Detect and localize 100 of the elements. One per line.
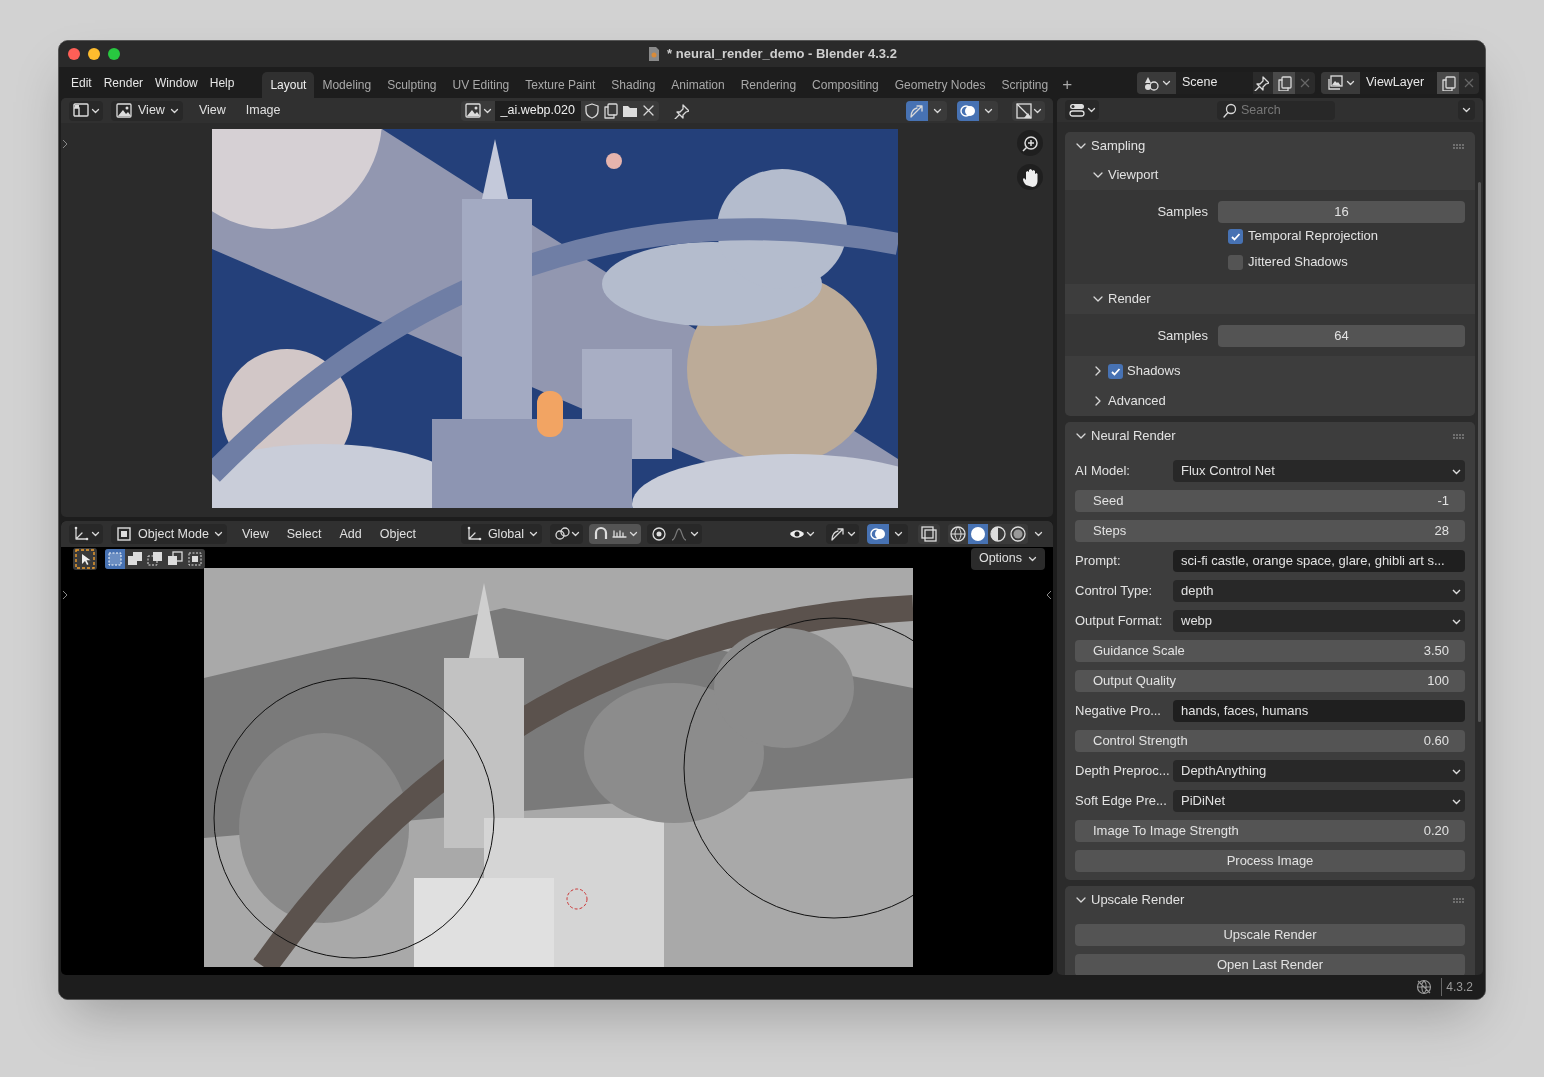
search-input[interactable]: Search	[1241, 100, 1335, 120]
view-dropdown[interactable]: View	[111, 100, 183, 121]
action-button[interactable]: Open Last Render	[1075, 954, 1465, 975]
menu-item[interactable]: View	[234, 524, 276, 544]
image-browse-button[interactable]	[460, 100, 495, 121]
grip-icon[interactable]	[1452, 142, 1465, 150]
checkbox[interactable]	[1228, 228, 1243, 244]
number-field[interactable]: 64	[1218, 325, 1465, 347]
close-button[interactable]	[68, 48, 80, 60]
subpanel-title[interactable]: Advanced	[1108, 391, 1166, 411]
checkbox[interactable]	[1108, 363, 1123, 379]
display-channels-button[interactable]	[1012, 100, 1045, 121]
menu-item[interactable]: Object	[372, 524, 423, 544]
overlay-toggle[interactable]	[957, 100, 998, 121]
workspace-tab[interactable]: Animation	[663, 72, 733, 98]
shading-mode-button[interactable]	[948, 524, 968, 544]
text-field[interactable]: hands, faces, humans	[1173, 700, 1465, 722]
menu-item[interactable]: Window	[149, 70, 204, 95]
number-field[interactable]: Steps 28	[1075, 520, 1465, 542]
number-field[interactable]: Seed -1	[1075, 490, 1465, 512]
workspace-tab[interactable]: Texture Paint	[517, 72, 604, 98]
workspace-tab[interactable]: Compositing	[804, 72, 887, 98]
editor-type-button[interactable]	[69, 100, 103, 121]
workspace-tab[interactable]: Scripting	[993, 72, 1057, 98]
options-button[interactable]	[1458, 100, 1475, 120]
panel-title[interactable]: Sampling	[1091, 136, 1146, 156]
selection-mode-icon	[146, 549, 164, 568]
window-title: * neural_render_demo - Blender 4.3.2	[667, 45, 897, 64]
checkbox[interactable]	[1228, 254, 1243, 270]
selection-mode-button[interactable]	[105, 548, 125, 569]
workspace-tab[interactable]: Shading	[603, 72, 664, 98]
add-workspace-button[interactable]: +	[1056, 72, 1079, 98]
image-icon	[463, 101, 482, 120]
pivot-button[interactable]	[550, 524, 584, 544]
number-field[interactable]: Image To Image Strength 0.20	[1075, 820, 1465, 842]
number-field[interactable]: Output Quality 100	[1075, 670, 1465, 692]
workspace-tab[interactable]: Sculpting	[379, 72, 445, 98]
zoom-button[interactable]	[108, 48, 120, 60]
copy-button[interactable]	[1273, 71, 1295, 94]
dropdown[interactable]: webp	[1173, 610, 1465, 632]
workspace-tab[interactable]: Geometry Nodes	[886, 72, 994, 98]
gizmo-toggle[interactable]	[906, 100, 947, 121]
fake-user-icon[interactable]	[582, 102, 600, 119]
workspace-tab[interactable]: Rendering	[732, 72, 805, 98]
workspace-tab[interactable]: UV Editing	[444, 72, 518, 98]
scene-type-button[interactable]	[1137, 71, 1176, 94]
editor-type-button[interactable]	[1065, 100, 1099, 120]
field-label: Samples	[1156, 203, 1209, 222]
menu-item[interactable]: View	[190, 101, 234, 120]
field-label: Soft Edge Pre...	[1075, 792, 1168, 811]
pin-icon[interactable]	[672, 102, 689, 119]
select-tool-button[interactable]	[73, 547, 97, 570]
overlay-toggle[interactable]	[867, 524, 908, 544]
text-field[interactable]: sci-fi castle, orange space, glare, ghibli art s...	[1173, 550, 1465, 572]
pan-button[interactable]	[1017, 164, 1043, 190]
caret-icon	[529, 529, 539, 539]
proportional-button[interactable]	[647, 524, 703, 544]
workspace-tab[interactable]: Modeling	[314, 72, 380, 98]
options-dropdown[interactable]: Options	[970, 547, 1045, 570]
menu-item[interactable]: Render	[97, 70, 150, 95]
number-field[interactable]: Guidance Scale 3.50	[1075, 640, 1465, 662]
dropdown[interactable]: DepthAnything	[1173, 760, 1465, 782]
copy-icon[interactable]	[601, 102, 619, 119]
minimize-button[interactable]	[88, 48, 100, 60]
orientation-dropdown[interactable]: Global	[460, 524, 543, 544]
dropdown[interactable]: Flux Control Net	[1173, 460, 1465, 482]
menu-item[interactable]: Image	[237, 101, 289, 120]
checkbox-label: Temporal Reprojection	[1248, 227, 1379, 246]
zoom-button[interactable]	[1017, 130, 1043, 156]
action-button[interactable]: Process Image	[1075, 850, 1465, 872]
editor-type-button[interactable]	[69, 524, 103, 544]
subpanel-title[interactable]: Viewport	[1108, 165, 1159, 185]
menu-item[interactable]: Add	[332, 524, 369, 544]
grip-icon[interactable]	[1452, 896, 1465, 904]
dropdown[interactable]: PiDiNet	[1173, 790, 1465, 812]
pin-icon[interactable]	[1253, 74, 1269, 91]
view-layer-type-button[interactable]	[1321, 71, 1360, 94]
mode-dropdown[interactable]: Object Mode	[111, 524, 227, 544]
copy-button[interactable]	[1437, 71, 1459, 94]
shading-mode-button[interactable]	[1008, 524, 1028, 544]
subpanel-title[interactable]: Shadows	[1127, 361, 1181, 381]
grip-icon[interactable]	[1452, 432, 1465, 440]
workspace-tab[interactable]: Layout	[262, 72, 315, 98]
snap-button[interactable]	[589, 524, 642, 544]
panel-title[interactable]: Neural Render	[1091, 426, 1176, 446]
subpanel-title[interactable]: Render	[1108, 289, 1151, 309]
action-button[interactable]: Upscale Render	[1075, 924, 1465, 946]
gizmo-button[interactable]	[826, 524, 859, 544]
number-field[interactable]: 16	[1218, 201, 1465, 223]
search-field[interactable]: Search	[1217, 100, 1335, 120]
menu-item[interactable]: Help	[203, 70, 241, 95]
xray-button[interactable]	[918, 524, 940, 544]
menu-item[interactable]: Edit	[65, 70, 98, 95]
dropdown[interactable]: depth	[1173, 580, 1465, 602]
shading-mode-button[interactable]	[968, 524, 988, 544]
menu-item[interactable]: Select	[279, 524, 329, 544]
shading-mode-button[interactable]	[988, 524, 1008, 544]
scrollbar[interactable]	[1478, 182, 1481, 722]
panel-title[interactable]: Upscale Render	[1091, 890, 1185, 910]
number-field[interactable]: Control Strength 0.60	[1075, 730, 1465, 752]
